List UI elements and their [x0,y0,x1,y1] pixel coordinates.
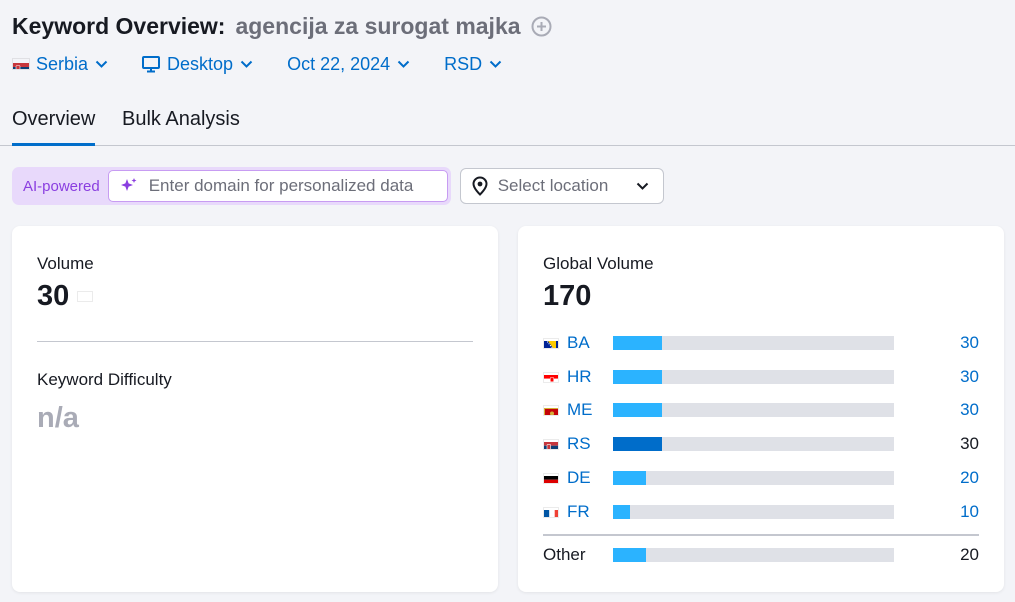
location-select[interactable]: Select location [459,168,664,204]
country-code: ME [567,400,593,419]
volume-bar-fill [613,548,647,562]
ai-input-wrapper[interactable] [107,170,448,202]
volume-card: Volume 30 Keyword Difficulty n/a [12,226,498,592]
divider [37,341,473,342]
country-selector[interactable]: Serbia [12,54,108,75]
divider [543,534,979,536]
country-volume: 30 [960,400,979,419]
add-circle-icon[interactable] [531,16,552,37]
tab-bar: Overview Bulk Analysis [0,98,1015,146]
location-placeholder: Select location [497,176,609,195]
other-label: Other [543,545,586,564]
country-code: RS [567,434,591,453]
global-volume-card: Global Volume 170 BA 30 HR 30 ME 30 RS 3… [518,226,1004,592]
volume-bar-fill [613,403,663,417]
location-pin-icon [471,176,489,196]
device-selector[interactable]: Desktop [142,54,253,75]
volume-bar-track [613,471,894,485]
desktop-icon [142,55,161,73]
country-code: BA [567,333,590,352]
country-row-ba[interactable]: BA 30 [543,332,979,354]
volume-bar-fill [613,370,663,384]
country-row-fr[interactable]: FR 10 [543,501,979,523]
volume-bar-track [613,548,894,562]
chevron-down-icon [489,60,502,68]
volume-label: Volume [37,254,94,273]
country-row-de[interactable]: DE 20 [543,467,979,489]
global-volume-value: 170 [543,280,592,312]
bosnia-flag-icon [543,337,559,349]
country-volume: 10 [960,502,979,521]
volume-value: 30 [37,280,94,313]
country-code: DE [567,468,591,487]
volume-number: 30 [37,280,70,312]
country-row-rs: RS 30 [543,433,979,455]
country-row-other: Other 20 [543,544,979,566]
volume-bar-track [613,370,894,384]
serbia-flag-icon [12,58,30,70]
chevron-down-icon [636,182,649,190]
country-code: FR [567,502,590,521]
domain-input[interactable] [148,176,444,196]
date-selector[interactable]: Oct 22, 2024 [287,54,410,75]
country-code: HR [567,367,592,386]
country-volume: 20 [960,468,979,487]
volume-bar-fill [613,471,647,485]
keyword-title: agencija za surogat majka [235,12,521,39]
croatia-flag-icon [543,371,559,383]
volume-bar-track [613,505,894,519]
chevron-down-icon [397,60,410,68]
volume-bar-track [613,336,894,350]
volume-bar-track [613,403,894,417]
sparkle-icon [119,176,139,196]
filter-bar: Serbia Desktop Oct 22, 2024 RSD [12,50,502,78]
toolbar: AI-powered Select location [12,167,664,205]
germany-flag-icon [543,472,559,484]
country-row-hr[interactable]: HR 30 [543,366,979,388]
chevron-down-icon [240,60,253,68]
ai-powered-badge: AI-powered [23,177,100,195]
page-header: Keyword Overview: agencija za surogat ma… [12,10,552,42]
keyword-difficulty-value: n/a [37,402,79,434]
keyword-difficulty-label: Keyword Difficulty [37,370,172,389]
volume-bar-fill [613,505,630,519]
device-label: Desktop [167,53,234,74]
currency-label: RSD [444,53,483,74]
volume-bar-fill [613,336,663,350]
volume-bar-track [613,437,894,451]
france-flag-icon [543,506,559,518]
other-volume: 20 [960,545,979,564]
tab-bulk-analysis[interactable]: Bulk Analysis [122,108,240,143]
page-title: Keyword Overview: [12,12,226,39]
montenegro-flag-icon [543,404,559,416]
currency-selector[interactable]: RSD [444,54,502,75]
serbia-flag-icon [543,438,559,450]
chevron-down-icon [95,60,108,68]
volume-bar-fill [613,437,663,451]
country-volume: 30 [960,333,979,352]
country-volume: 30 [960,367,979,386]
ai-domain-box: AI-powered [12,167,451,205]
serbia-flag-icon [77,291,94,302]
country-row-me[interactable]: ME 30 [543,399,979,421]
tab-overview[interactable]: Overview [12,108,96,146]
date-label: Oct 22, 2024 [287,53,391,74]
global-volume-label: Global Volume [543,254,654,273]
country-volume: 30 [960,434,979,453]
country-label: Serbia [36,53,89,74]
